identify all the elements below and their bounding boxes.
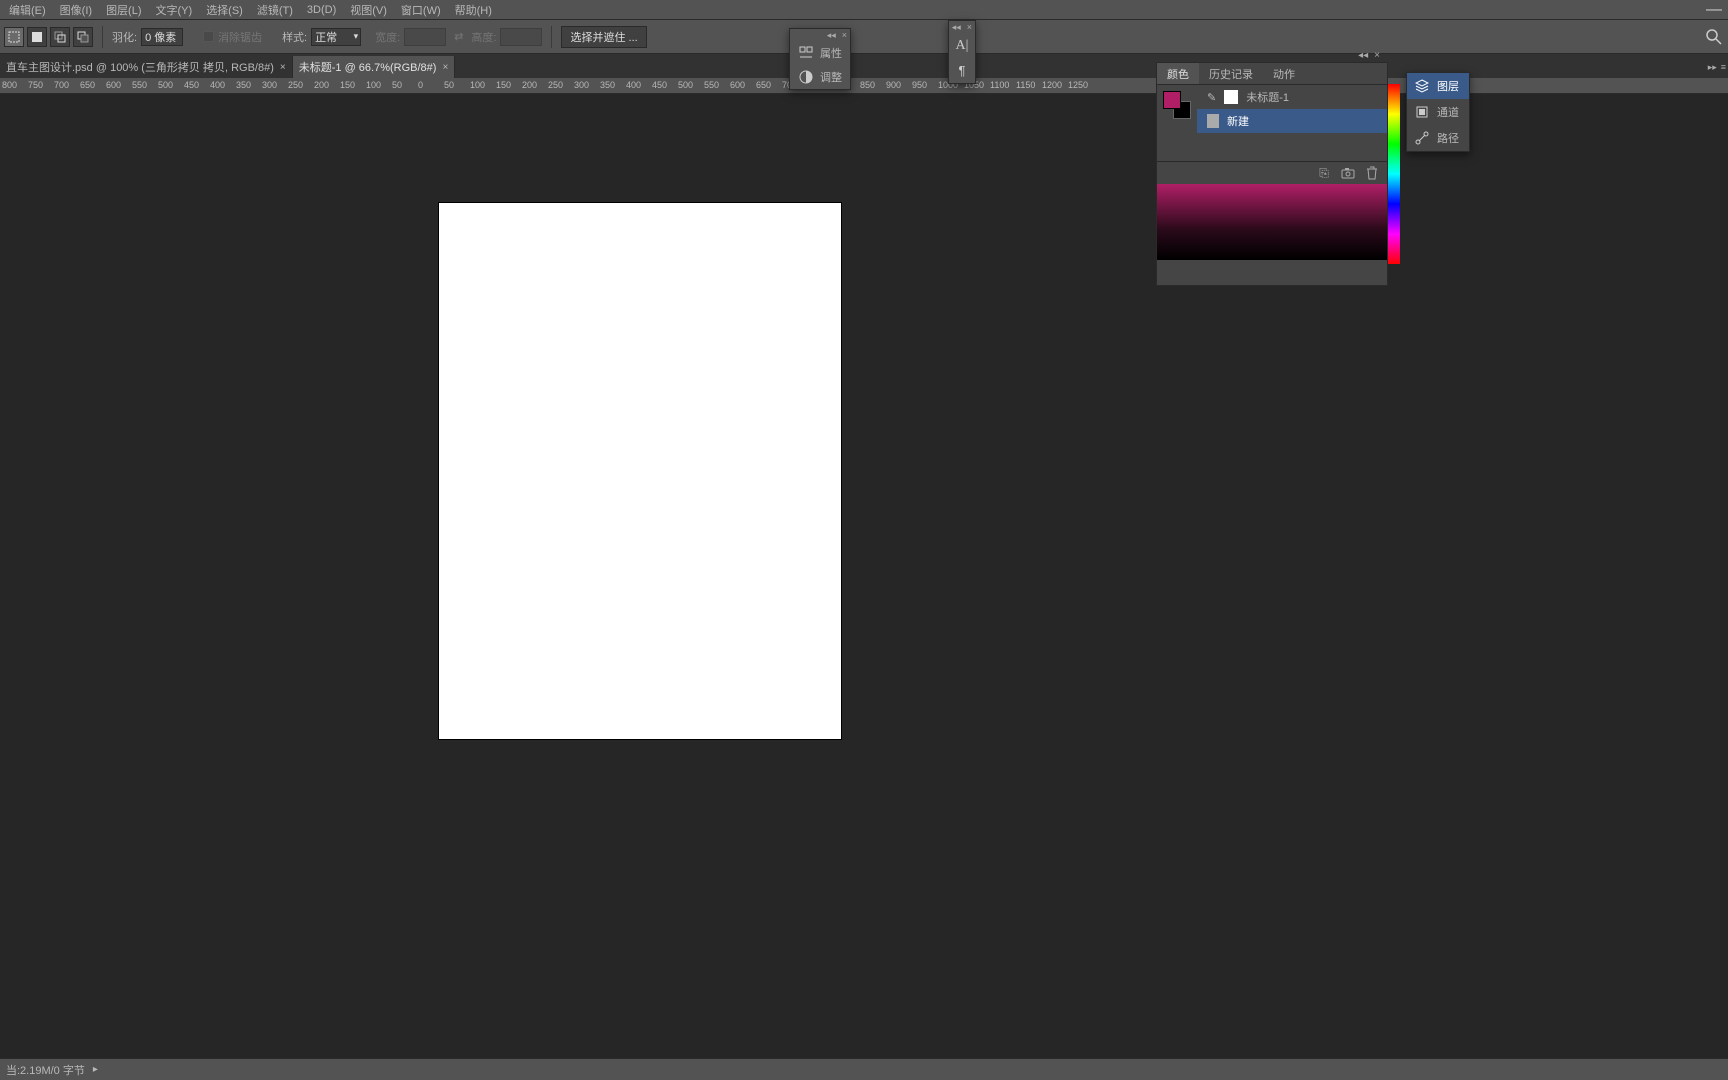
width-input [404, 28, 446, 46]
history-doc-label: 未标题-1 [1246, 89, 1289, 105]
history-buttons: ⎘ [1157, 161, 1387, 184]
swap-icon: ⇄ [454, 30, 463, 43]
tab-actions[interactable]: 动作 [1263, 63, 1305, 84]
properties-icon [798, 45, 814, 61]
doc-tab-1-label: 直车主图设计.psd @ 100% (三角形拷贝 拷贝, RGB/8#) [6, 59, 274, 75]
menu-filter[interactable]: 滤镜(T) [250, 2, 300, 18]
snapshot-icon[interactable] [1341, 166, 1355, 180]
color-picker[interactable] [1157, 184, 1387, 260]
doc-size-label[interactable]: 当:2.19M/0 字节 [6, 1062, 85, 1078]
doc-thumb-icon [1224, 90, 1238, 104]
collapse-icon[interactable]: ◂◂ [827, 30, 836, 41]
status-arrow-icon[interactable]: ▸ [93, 1064, 98, 1075]
antialias-label: 消除锯齿 [218, 29, 262, 45]
close-icon[interactable]: × [967, 22, 972, 32]
new-selection-icon[interactable] [27, 27, 47, 47]
character-panel[interactable]: ◂◂ × A| ¶ [948, 20, 976, 84]
trash-icon[interactable] [1365, 166, 1379, 180]
flyout-channels[interactable]: 通道 [1407, 99, 1469, 125]
antialias-checkbox [203, 31, 214, 42]
feather-input[interactable]: 0 像素 [141, 28, 183, 46]
history-new-label: 新建 [1227, 113, 1249, 129]
status-bar: 当:2.19M/0 字节 ▸ [0, 1058, 1728, 1080]
color-history-panel: ◂◂× 颜色 历史记录 动作 ✎ 未标题-1 新建 ⎘ [1156, 62, 1388, 286]
feather-label: 羽化: [112, 29, 137, 45]
menu-select[interactable]: 选择(S) [199, 2, 250, 18]
history-new-row[interactable]: 新建 [1197, 109, 1387, 133]
menu-edit[interactable]: 编辑(E) [2, 2, 53, 18]
height-input [500, 28, 542, 46]
layers-flyout: 图层 通道 路径 [1406, 72, 1470, 152]
paragraph-icon[interactable]: ¶ [951, 59, 973, 81]
flyout-channels-label: 通道 [1437, 104, 1459, 120]
separator [102, 26, 103, 48]
canvas-area[interactable] [0, 94, 1728, 1058]
add-selection-icon[interactable] [50, 27, 70, 47]
channels-icon [1415, 105, 1429, 119]
right-dock-strip: ▸▸ ≡ [1710, 62, 1728, 76]
collapse-icon[interactable]: ◂◂ [952, 22, 961, 33]
menu-help[interactable]: 帮助(H) [448, 2, 499, 18]
doc-tab-1[interactable]: 直车主图设计.psd @ 100% (三角形拷贝 拷贝, RGB/8#) × [0, 56, 293, 78]
flyout-paths[interactable]: 路径 [1407, 125, 1469, 151]
adjustments-label: 调整 [820, 69, 842, 85]
adjustments-row[interactable]: 调整 [790, 65, 850, 89]
tab-color[interactable]: 颜色 [1157, 63, 1199, 84]
dock-controls[interactable]: ▸▸ ≡ [1710, 62, 1728, 76]
properties-row[interactable]: 属性 [790, 41, 850, 65]
width-label: 宽度: [375, 29, 400, 45]
panel-controls[interactable]: ◂◂ × [1358, 50, 1380, 61]
foreground-color-swatch[interactable] [1163, 91, 1181, 109]
menu-layer[interactable]: 图层(L) [99, 2, 148, 18]
close-icon[interactable]: × [1374, 50, 1380, 61]
flyout-layers[interactable]: 图层 [1407, 73, 1469, 99]
height-label: 高度: [471, 29, 496, 45]
color-swatches[interactable] [1163, 91, 1191, 119]
menu-image[interactable]: 图像(I) [53, 2, 99, 18]
panel-tabs: 颜色 历史记录 动作 [1157, 63, 1387, 85]
search-icon[interactable] [1706, 29, 1722, 45]
tool-preset-icon[interactable] [4, 27, 24, 47]
menu-window[interactable]: 窗口(W) [394, 2, 448, 18]
menu-type[interactable]: 文字(Y) [149, 2, 200, 18]
close-icon[interactable]: × [442, 62, 448, 73]
properties-panel[interactable]: ◂◂ × 属性 调整 [789, 28, 851, 90]
history-doc-row[interactable]: ✎ 未标题-1 [1197, 85, 1387, 109]
menu-3d[interactable]: 3D(D) [300, 4, 343, 16]
subtract-selection-icon[interactable] [73, 27, 93, 47]
properties-label: 属性 [820, 45, 842, 61]
separator [551, 26, 552, 48]
tab-history[interactable]: 历史记录 [1199, 63, 1263, 84]
hue-slider[interactable] [1388, 84, 1400, 264]
minimize-icon[interactable]: — [1699, 1, 1728, 19]
menu-bar: 编辑(E) 图像(I) 图层(L) 文字(Y) 选择(S) 滤镜(T) 3D(D… [0, 0, 1728, 20]
menu-view[interactable]: 视图(V) [343, 2, 394, 18]
close-icon[interactable]: × [280, 62, 286, 73]
create-document-icon[interactable]: ⎘ [1317, 166, 1331, 180]
brush-icon: ✎ [1207, 91, 1216, 104]
adjustments-icon [798, 69, 814, 85]
select-and-mask-button[interactable]: 选择并遮住 ... [561, 26, 646, 48]
doc-tab-2[interactable]: 未标题-1 @ 66.7%(RGB/8#) × [293, 56, 456, 78]
character-icon[interactable]: A| [951, 35, 973, 57]
expand-icon[interactable]: ▸▸ [1708, 62, 1717, 76]
collapse-icon[interactable]: ◂◂ [1358, 50, 1368, 61]
panel-header[interactable]: ◂◂ × [790, 29, 850, 41]
flyout-paths-label: 路径 [1437, 130, 1459, 146]
canvas[interactable] [439, 203, 841, 739]
panel-header[interactable]: ◂◂ × [949, 21, 975, 33]
paths-icon [1415, 131, 1429, 145]
options-bar: 羽化: 0 像素 消除锯齿 样式: 正常 宽度: ⇄ 高度: 选择并遮住 ... [0, 20, 1728, 54]
style-label: 样式: [282, 29, 307, 45]
doc-tab-2-label: 未标题-1 @ 66.7%(RGB/8#) [299, 59, 437, 75]
close-icon[interactable]: × [842, 30, 847, 40]
flyout-layers-label: 图层 [1437, 78, 1459, 94]
menu-icon[interactable]: ≡ [1721, 62, 1726, 76]
style-select[interactable]: 正常 [311, 28, 361, 46]
layers-icon [1415, 79, 1429, 93]
new-icon [1207, 114, 1219, 128]
